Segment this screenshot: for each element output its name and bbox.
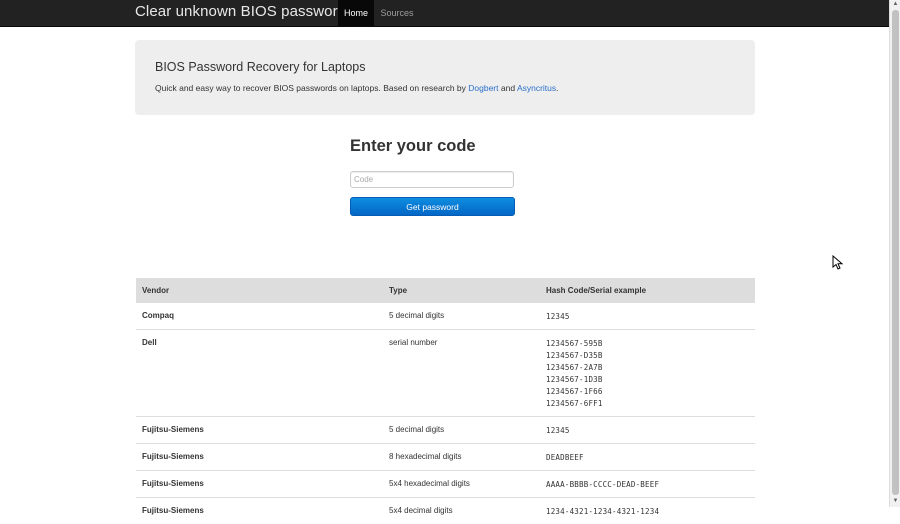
type-cell: 5 decimal digits xyxy=(383,303,540,330)
header-type: Type xyxy=(383,278,540,303)
hash-example-cell: 12345 xyxy=(540,417,755,444)
table-header-row: Vendor Type Hash Code/Serial example xyxy=(136,278,755,303)
intro-text-end: . xyxy=(556,83,558,93)
table-row: Fujitsu-Siemens5x4 decimal digits 1234-43… xyxy=(136,498,755,524)
type-cell: serial number xyxy=(383,330,540,417)
table-row: Dellserial number1234567-595B1234567-D35… xyxy=(136,330,755,417)
mouse-cursor-icon xyxy=(832,255,844,271)
form-heading: Enter your code xyxy=(350,137,476,156)
hash-example: 12345 xyxy=(546,311,755,323)
table-row: Compaq5 decimal digits 12345 xyxy=(136,303,755,330)
scroll-down-arrow-icon[interactable]: ▼ xyxy=(891,497,900,506)
type-cell: 5x4 decimal digits xyxy=(383,498,540,524)
vendor-table: Vendor Type Hash Code/Serial example Com… xyxy=(136,278,755,524)
table-row: Fujitsu-Siemens8 hexadecimal digits DEADB… xyxy=(136,444,755,471)
hash-example: 1234567-1D3B xyxy=(546,374,755,386)
hash-example: 1234567-595B xyxy=(546,338,755,350)
hash-example-cell: 1234-4321-1234-4321-1234 xyxy=(540,498,755,524)
vendor-cell: Compaq xyxy=(136,303,383,330)
table-row: Fujitsu-Siemens5x4 hexadecimal digits AAA… xyxy=(136,471,755,498)
nav-sources[interactable]: Sources xyxy=(377,0,417,26)
vendor-cell: Dell xyxy=(136,330,383,417)
table-body: Compaq5 decimal digits12345Dellserial nu… xyxy=(136,303,755,524)
type-cell: 5x4 hexadecimal digits xyxy=(383,471,540,498)
intro-panel: BIOS Password Recovery for Laptops Quick… xyxy=(135,40,755,115)
hash-example: 1234567-6FF1 xyxy=(546,398,755,410)
hash-example-cell: DEADBEEF xyxy=(540,444,755,471)
hash-example: AAAA-BBBB-CCCC-DEAD-BEEF xyxy=(546,479,755,491)
page-scrollbar[interactable]: ▲ ▼ xyxy=(889,0,900,507)
hash-example: 1234-4321-1234-4321-1234 xyxy=(546,506,755,518)
header-vendor: Vendor xyxy=(136,278,383,303)
code-input[interactable] xyxy=(350,171,514,188)
brand-link[interactable]: Clear unknown BIOS passwords xyxy=(135,3,354,20)
scroll-up-arrow-icon[interactable]: ▲ xyxy=(891,0,900,9)
vendor-cell: Fujitsu-Siemens xyxy=(136,498,383,524)
vendor-cell: Fujitsu-Siemens xyxy=(136,471,383,498)
hash-example: 12345 xyxy=(546,425,755,437)
hash-example: DEADBEEF xyxy=(546,452,755,464)
hash-example: 1234567-D35B xyxy=(546,350,755,362)
hash-example-cell: 12345 xyxy=(540,303,755,330)
intro-text: Quick and easy way to recover BIOS passw… xyxy=(155,83,468,93)
hash-example-cell: 1234567-595B1234567-D35B1234567-2A7B1234… xyxy=(540,330,755,417)
type-cell: 8 hexadecimal digits xyxy=(383,444,540,471)
table-row: Fujitsu-Siemens5 decimal digits 12345 xyxy=(136,417,755,444)
header-hash: Hash Code/Serial example xyxy=(540,278,755,303)
dogbert-link[interactable]: Dogbert xyxy=(468,83,498,93)
intro-text-and: and xyxy=(499,83,517,93)
hash-example-cell: AAAA-BBBB-CCCC-DEAD-BEEF xyxy=(540,471,755,498)
vendor-cell: Fujitsu-Siemens xyxy=(136,417,383,444)
get-password-button[interactable]: Get password xyxy=(350,197,515,216)
navbar: Clear unknown BIOS passwords Home Source… xyxy=(0,0,889,27)
hash-example: 1234567-1F66 xyxy=(546,386,755,398)
vendor-cell: Fujitsu-Siemens xyxy=(136,444,383,471)
scrollbar-thumb[interactable] xyxy=(892,10,899,495)
intro-title: BIOS Password Recovery for Laptops xyxy=(155,60,366,74)
asyncritus-link[interactable]: Asyncritus xyxy=(517,83,556,93)
hash-example: 1234567-2A7B xyxy=(546,362,755,374)
intro-description: Quick and easy way to recover BIOS passw… xyxy=(155,83,559,93)
type-cell: 5 decimal digits xyxy=(383,417,540,444)
nav-home[interactable]: Home xyxy=(338,0,374,26)
